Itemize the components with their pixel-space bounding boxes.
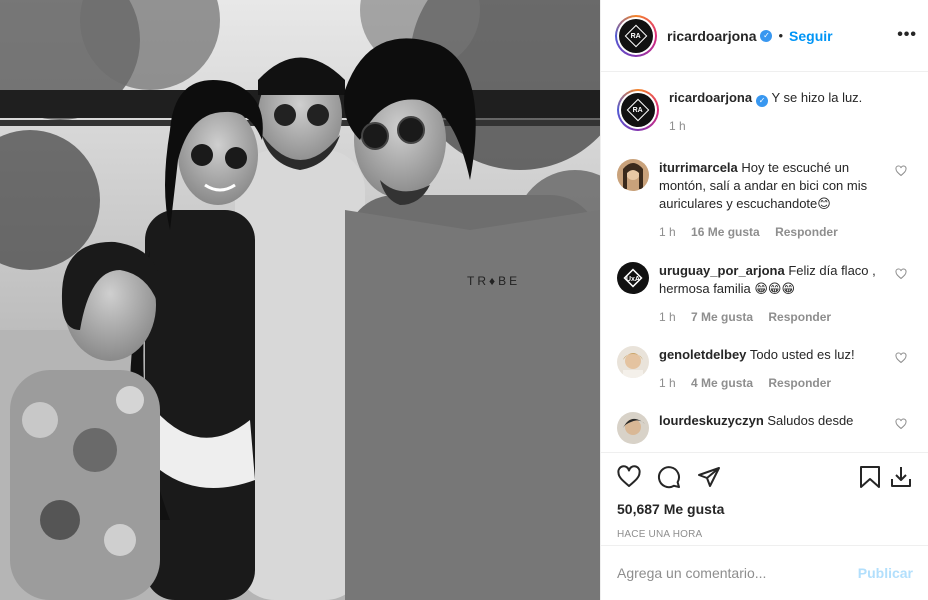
header-username[interactable]: ricardoarjona [667, 28, 756, 44]
comment-likes[interactable]: 7 Me gusta [691, 310, 753, 324]
comment-likes[interactable]: 16 Me gusta [691, 225, 760, 239]
caption-username[interactable]: ricardoarjona [669, 90, 752, 105]
commenter-avatar[interactable]: UxA [617, 262, 649, 294]
like-heart-icon[interactable] [617, 465, 641, 489]
post-timestamp[interactable]: HACE UNA HORA [617, 529, 913, 540]
comment-username[interactable]: iturrimarcela [659, 160, 738, 175]
comment-input[interactable] [617, 565, 858, 581]
family-photo-illustration: TR♦BE [0, 0, 600, 600]
separator-dot: • [778, 28, 784, 43]
save-bookmark-icon[interactable] [859, 465, 881, 489]
svg-text:UxA: UxA [626, 276, 640, 283]
comment-username[interactable]: lourdeskuzyczyn [659, 413, 764, 428]
comment-text: Todo usted es luz! [749, 347, 855, 362]
download-icon[interactable] [889, 465, 913, 489]
commenter-avatar[interactable] [617, 346, 649, 378]
svg-text:TR♦BE: TR♦BE [467, 274, 520, 288]
ra-logo: RA [619, 18, 653, 53]
reply-button[interactable]: Responder [768, 310, 831, 324]
commenter-avatar[interactable] [617, 159, 649, 191]
comment-username[interactable]: uruguay_por_arjona [659, 263, 785, 278]
comment-item: iturrimarcela Hoy te escuché un montón, … [617, 159, 913, 239]
caption-text: Y se hizo la luz. [771, 90, 863, 105]
post-caption: RA ricardoarjona ✓ Y se hizo la luz. 1 h [617, 72, 913, 133]
comment-time[interactable]: 1 h [659, 310, 676, 324]
post-header: RA ricardoarjona ✓ • Seguir ••• [601, 0, 928, 72]
comments-list[interactable]: RA ricardoarjona ✓ Y se hizo la luz. 1 h … [601, 72, 928, 452]
share-send-icon[interactable] [697, 465, 721, 489]
reply-button[interactable]: Responder [768, 376, 831, 390]
caption-time[interactable]: 1 h [669, 119, 686, 133]
commenter-avatar[interactable] [617, 412, 649, 444]
post-side-panel: RA ricardoarjona ✓ • Seguir ••• RA ricar… [600, 0, 928, 600]
like-comment-heart-icon[interactable] [895, 418, 907, 430]
comment-item: UxA uruguay_por_arjona Feliz día flaco ,… [617, 262, 913, 324]
comment-time[interactable]: 1 h [659, 376, 676, 390]
like-comment-heart-icon[interactable] [895, 165, 907, 177]
more-options-icon[interactable]: ••• [897, 26, 917, 44]
profile-avatar[interactable]: RA [615, 14, 657, 57]
publish-button[interactable]: Publicar [858, 565, 913, 581]
comment-item: lourdeskuzyczyn Saludos desde [617, 412, 913, 444]
comment-bubble-icon[interactable] [657, 465, 681, 489]
comment-item: genoletdelbey Todo usted es luz! 1 h 4 M… [617, 346, 913, 390]
reply-button[interactable]: Responder [775, 225, 838, 239]
comment-username[interactable]: genoletdelbey [659, 347, 746, 362]
verified-badge-icon: ✓ [760, 29, 773, 42]
comment-text: Saludos desde [767, 413, 854, 428]
comment-likes[interactable]: 4 Me gusta [691, 376, 753, 390]
follow-button[interactable]: Seguir [789, 28, 833, 44]
like-comment-heart-icon[interactable] [895, 268, 907, 280]
caption-avatar[interactable]: RA [617, 89, 659, 131]
comment-time[interactable]: 1 h [659, 225, 676, 239]
post-photo[interactable]: TR♦BE [0, 0, 600, 600]
add-comment-bar: Publicar [601, 545, 928, 600]
like-comment-heart-icon[interactable] [895, 352, 907, 364]
likes-count[interactable]: 50,687 Me gusta [617, 501, 913, 517]
verified-badge-icon: ✓ [756, 95, 769, 107]
